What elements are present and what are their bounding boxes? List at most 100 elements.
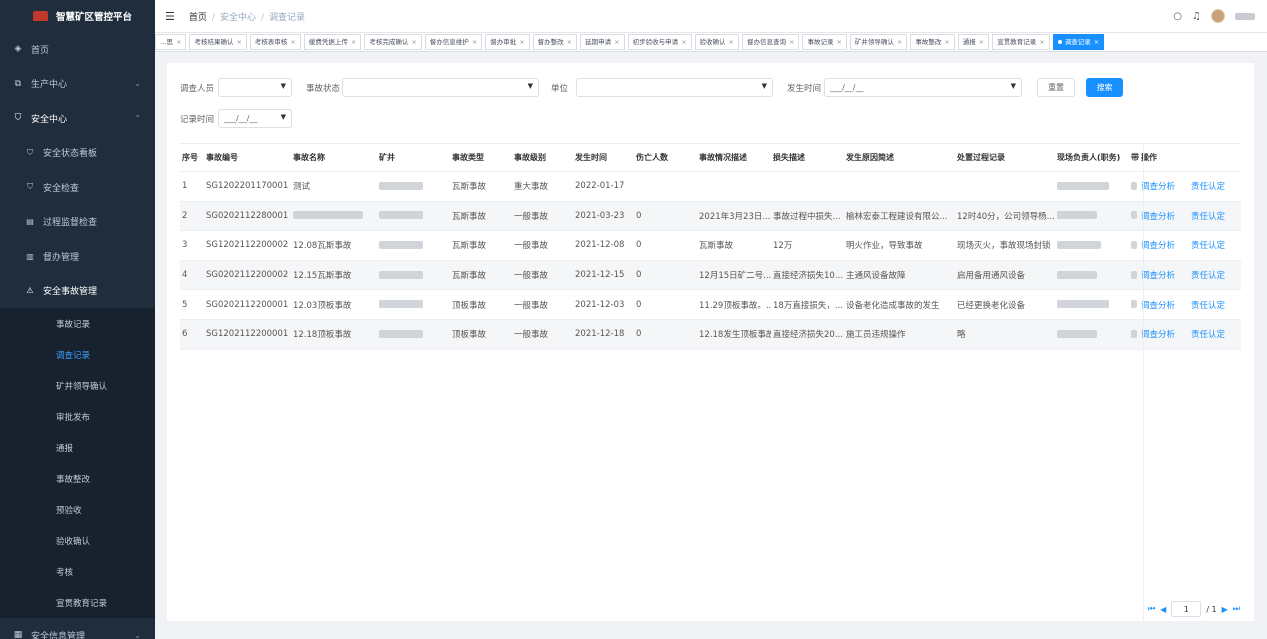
- investigate-analysis-link[interactable]: 调查分析: [1141, 301, 1175, 311]
- submenu-accept-confirm[interactable]: 验收确认: [0, 525, 155, 556]
- submenu-education-record[interactable]: 宣贯教育记录: [0, 587, 155, 618]
- responsibility-confirm-link[interactable]: 责任认定: [1191, 182, 1225, 192]
- close-icon[interactable]: ×: [236, 38, 241, 46]
- tag-item[interactable]: 督办信息查询 ×: [741, 34, 800, 50]
- responsibility-confirm-link[interactable]: 责任认定: [1191, 212, 1225, 222]
- investigate-analysis-link[interactable]: 调查分析: [1141, 182, 1175, 192]
- close-icon[interactable]: ×: [472, 38, 477, 46]
- tag-item[interactable]: 延期申请 ×: [580, 34, 625, 50]
- tag-item[interactable]: 督办审批 ×: [485, 34, 530, 50]
- next-page-icon[interactable]: ▶: [1222, 605, 1228, 614]
- close-icon[interactable]: ×: [897, 38, 902, 46]
- bell-icon[interactable]: ♫: [1192, 11, 1201, 22]
- close-icon[interactable]: ×: [1039, 38, 1044, 46]
- column-header: 伤亡人数: [634, 143, 697, 172]
- prev-page-icon[interactable]: ◀: [1160, 605, 1166, 614]
- avatar[interactable]: [1211, 9, 1225, 23]
- last-page-icon[interactable]: ⏭: [1233, 604, 1240, 614]
- close-icon[interactable]: ×: [979, 38, 984, 46]
- submenu-rectify[interactable]: 事故整改: [0, 463, 155, 494]
- clipboard-icon: ▤: [26, 217, 34, 227]
- sidebar-item-supervise[interactable]: ▥ 督办管理: [0, 239, 155, 274]
- tag-item[interactable]: 通报 ×: [957, 34, 990, 50]
- investigator-select[interactable]: ▼: [218, 78, 293, 97]
- submenu-leader-confirm[interactable]: 矿井领导确认: [0, 370, 155, 401]
- close-icon[interactable]: ×: [681, 38, 686, 46]
- close-icon[interactable]: ×: [944, 38, 949, 46]
- close-icon[interactable]: ×: [411, 38, 416, 46]
- investigate-analysis-link[interactable]: 调查分析: [1141, 241, 1175, 251]
- responsibility-confirm-link[interactable]: 责任认定: [1191, 241, 1225, 251]
- close-icon[interactable]: ×: [567, 38, 572, 46]
- tag-item[interactable]: 初步验收与申请 ×: [627, 34, 692, 50]
- tag-item[interactable]: 宣贯教育记录 ×: [992, 34, 1050, 50]
- search-button[interactable]: 搜索: [1086, 78, 1124, 97]
- search-icon[interactable]: ○: [1173, 11, 1182, 22]
- chevron-down-icon: ⌄: [134, 630, 141, 639]
- user-name-redacted[interactable]: [1235, 12, 1255, 20]
- record-time-input[interactable]: ___/__/__ ▼: [218, 109, 293, 128]
- tag-item[interactable]: 考核表审核 ×: [249, 34, 301, 50]
- sidebar-item-safety[interactable]: ⛉ 安全中心 ⌃: [0, 101, 155, 136]
- page-total: / 1: [1206, 604, 1217, 614]
- close-icon[interactable]: ×: [614, 38, 619, 46]
- submenu-investigation-record[interactable]: 调查记录: [0, 339, 155, 370]
- unit-select[interactable]: ▼: [576, 78, 774, 97]
- cell-name: 测试: [291, 171, 377, 202]
- sidebar-item-process-supervision[interactable]: ▤ 过程监督检查: [0, 205, 155, 240]
- responsibility-confirm-link[interactable]: 责任认定: [1191, 301, 1225, 311]
- tag-item[interactable]: …思 ×: [155, 34, 187, 50]
- sidebar-item-accident-management[interactable]: ⚠ 安全事故管理: [0, 274, 155, 309]
- filter-row-1: 调查人员 ▼ 事故状态 ▼ 单位 ▼ 发生时间 ___/__/__ ▼ 重置 搜索: [180, 78, 1124, 97]
- responsibility-confirm-link[interactable]: 责任认定: [1191, 271, 1225, 281]
- tag-item[interactable]: 事故记录 ×: [802, 34, 847, 50]
- tag-item[interactable]: 调查记录 ×: [1052, 34, 1105, 50]
- tag-item[interactable]: 考核结果确认 ×: [189, 34, 247, 50]
- cell-loss: 事故过程中损失...: [771, 201, 844, 232]
- submenu-accident-record[interactable]: 事故记录: [0, 308, 155, 339]
- submenu-notice[interactable]: 通报: [0, 432, 155, 463]
- tag-item[interactable]: 验收确认 ×: [694, 34, 739, 50]
- breadcrumb-safety[interactable]: 安全中心: [220, 13, 256, 23]
- chevron-down-icon: ⌄: [134, 79, 141, 89]
- close-icon[interactable]: ×: [1094, 38, 1099, 46]
- investigate-analysis-link[interactable]: 调查分析: [1141, 330, 1175, 340]
- sidebar-item-home[interactable]: ◈ 首页: [0, 32, 155, 67]
- cell-desc: [697, 171, 771, 202]
- first-page-icon[interactable]: ⏮: [1148, 604, 1155, 614]
- close-icon[interactable]: ×: [176, 38, 181, 46]
- status-select[interactable]: ▼: [342, 78, 540, 97]
- close-icon[interactable]: ×: [789, 38, 794, 46]
- tag-item[interactable]: 督办整改 ×: [532, 34, 578, 50]
- page-input[interactable]: 1: [1171, 601, 1202, 617]
- tag-item[interactable]: 督办信息维护 ×: [424, 34, 483, 50]
- close-icon[interactable]: ×: [729, 38, 734, 46]
- responsibility-confirm-link[interactable]: 责任认定: [1191, 330, 1225, 340]
- tag-item[interactable]: 缓费凭据上传 ×: [303, 34, 362, 50]
- tag-item[interactable]: 事故整改 ×: [910, 34, 955, 50]
- sidebar-item-safety-info[interactable]: ▦ 安全信息管理 ⌄: [0, 618, 155, 639]
- cell-actions: 调查分析 责任认定: [1139, 289, 1241, 320]
- breadcrumb: 首页 / 安全中心 / 调查记录: [188, 12, 306, 23]
- sidebar-item-safety-board[interactable]: ⛉ 安全状态看板: [0, 136, 155, 171]
- submenu-assessment[interactable]: 考核: [0, 556, 155, 587]
- menu-toggle-icon[interactable]: ☰: [165, 10, 175, 23]
- occur-time-input[interactable]: ___/__/__ ▼: [824, 78, 1023, 97]
- redacted-text: [379, 240, 423, 249]
- close-icon[interactable]: ×: [290, 38, 295, 46]
- investigate-analysis-link[interactable]: 调查分析: [1141, 271, 1175, 281]
- sidebar-item-safety-check[interactable]: ⛉ 安全检查: [0, 170, 155, 205]
- submenu-pre-accept[interactable]: 预验收: [0, 494, 155, 525]
- close-icon[interactable]: ×: [519, 38, 524, 46]
- investigate-analysis-link[interactable]: 调查分析: [1141, 212, 1175, 222]
- sidebar-item-production[interactable]: ⧉ 生产中心 ⌄: [0, 67, 155, 102]
- cell-process: 略: [955, 319, 1055, 350]
- tag-item[interactable]: 矿井领导确认 ×: [849, 34, 908, 50]
- close-icon[interactable]: ×: [836, 38, 841, 46]
- breadcrumb-home[interactable]: 首页: [189, 13, 207, 23]
- cell-level: 重大事故: [512, 171, 573, 202]
- submenu-approve-publish[interactable]: 审批发布: [0, 401, 155, 432]
- close-icon[interactable]: ×: [351, 38, 356, 46]
- reset-button[interactable]: 重置: [1037, 78, 1076, 97]
- tag-item[interactable]: 考核完成确认 ×: [364, 34, 422, 50]
